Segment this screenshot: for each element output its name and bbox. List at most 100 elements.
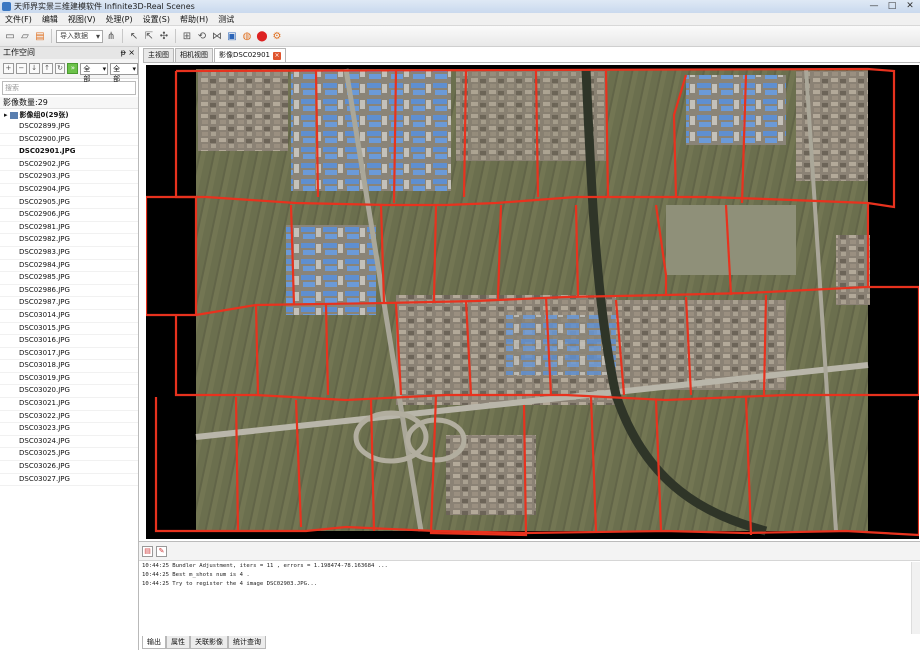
image-list-item[interactable]: DSC02983.JPG bbox=[0, 247, 138, 260]
industrial-block bbox=[686, 75, 786, 145]
image-list-item[interactable]: DSC03027.JPG bbox=[0, 474, 138, 487]
maximize-button[interactable]: □ bbox=[886, 0, 898, 12]
network-icon[interactable]: ⋔ bbox=[104, 29, 118, 43]
cube-icon[interactable]: ▣ bbox=[225, 29, 239, 43]
image-list-item[interactable]: DSC03021.JPG bbox=[0, 398, 138, 411]
menu-process[interactable]: 处理(P) bbox=[101, 14, 138, 25]
orthomosaic-svg bbox=[146, 67, 919, 537]
menu-file[interactable]: 文件(F) bbox=[0, 14, 37, 25]
tab-statistics[interactable]: 统计查询 bbox=[228, 636, 266, 649]
tab-image-view[interactable]: 影像DSC02901 × bbox=[214, 48, 286, 62]
pointer-icon[interactable]: ↖ bbox=[127, 29, 141, 43]
workspace-title: 工作空间 bbox=[3, 48, 35, 57]
panel-close-icon[interactable]: × bbox=[128, 47, 135, 59]
title-bar: 天师界实景三维建模软件 Infinite3D-Real Scenes — □ ✕ bbox=[0, 0, 920, 13]
image-list-item[interactable]: DSC02982.JPG bbox=[0, 234, 138, 247]
image-list-item[interactable]: DSC02987.JPG bbox=[0, 297, 138, 310]
image-list-item[interactable]: DSC02906.JPG bbox=[0, 209, 138, 222]
filter-dropdown[interactable]: 全部 bbox=[80, 62, 109, 83]
log-output: 10:44:25 Bundler Adjustment, iters = 11 … bbox=[142, 562, 910, 634]
stop-icon[interactable]: ⬤ bbox=[255, 29, 269, 43]
menu-view[interactable]: 视图(V) bbox=[63, 14, 101, 25]
image-list-item[interactable]: DSC02900.JPG bbox=[0, 134, 138, 147]
image-group-icon bbox=[9, 111, 18, 119]
output-toolbar: ▤ ✎ bbox=[139, 542, 920, 561]
mesh-icon[interactable]: ⋈ bbox=[210, 29, 224, 43]
transform-icon[interactable]: ⇱ bbox=[142, 29, 156, 43]
minimize-button[interactable]: — bbox=[868, 0, 880, 12]
image-list-item[interactable]: DSC02903.JPG bbox=[0, 171, 138, 184]
image-list-item[interactable]: DSC03025.JPG bbox=[0, 448, 138, 462]
tab-properties[interactable]: 属性 bbox=[166, 636, 190, 649]
save-icon[interactable]: ▤ bbox=[33, 29, 47, 43]
image-list-item[interactable]: DSC03018.JPG bbox=[0, 360, 138, 373]
menu-test[interactable]: 测试 bbox=[213, 14, 239, 25]
image-list-item[interactable]: DSC03014.JPG bbox=[0, 310, 138, 323]
image-list-item[interactable]: DSC02984.JPG bbox=[0, 260, 138, 273]
image-list-item[interactable]: DSC02905.JPG bbox=[0, 197, 138, 210]
grid-icon[interactable]: ⊞ bbox=[180, 29, 194, 43]
tab-main-view[interactable]: 主视图 bbox=[143, 48, 174, 62]
image-list-item[interactable]: DSC02981.JPG bbox=[0, 222, 138, 235]
align-icon[interactable]: ✣ bbox=[157, 29, 171, 43]
log-line: 10:44:25 Bundler Adjustment, iters = 11 … bbox=[142, 563, 388, 569]
open-folder-icon[interactable]: ▱ bbox=[18, 29, 32, 43]
log-line: 10:44:25 Best m_shots num is 4 . bbox=[142, 572, 250, 578]
image-list-item[interactable]: DSC03016.JPG bbox=[0, 335, 138, 348]
image-list-item[interactable]: DSC03019.JPG bbox=[0, 373, 138, 386]
log-line: 10:44:25 Try to register the 4 image DSC… bbox=[142, 581, 318, 587]
menu-edit[interactable]: 编辑 bbox=[37, 14, 63, 25]
mosaic-canvas[interactable] bbox=[146, 65, 919, 539]
image-list-item[interactable]: DSC03023.JPG bbox=[0, 423, 138, 436]
image-list-item[interactable]: DSC03026.JPG bbox=[0, 461, 138, 474]
menu-help[interactable]: 帮助(H) bbox=[175, 14, 213, 25]
run-icon[interactable]: ◍ bbox=[240, 29, 254, 43]
import-data-dropdown[interactable]: 导入数据 bbox=[56, 29, 103, 43]
image-list-item[interactable]: DSC02902.JPG bbox=[0, 159, 138, 172]
tab-close-icon[interactable]: × bbox=[273, 51, 281, 60]
add-images-icon[interactable]: + bbox=[3, 63, 14, 74]
output-tabs: 输出 属性 关联影像 统计查询 bbox=[142, 636, 266, 650]
workspace-panel: 工作空间 ᵽ × + − ↓ ↑ ↻ » 全部 全部 搜索 影像数量:29 ▸ … bbox=[0, 47, 139, 650]
close-button[interactable]: ✕ bbox=[904, 0, 916, 12]
image-list-item[interactable]: DSC02985.JPG bbox=[0, 272, 138, 285]
tab-related-images[interactable]: 关联影像 bbox=[190, 636, 228, 649]
toolbar-divider bbox=[51, 29, 52, 43]
image-viewport[interactable] bbox=[143, 62, 920, 540]
image-list-item[interactable]: DSC02899.JPG bbox=[0, 121, 138, 134]
image-list: DSC02899.JPG DSC02900.JPG DSC02901.JPG DSC0… bbox=[0, 121, 138, 487]
export-icon[interactable]: ↑ bbox=[41, 63, 53, 74]
pin-icon[interactable]: ᵽ bbox=[121, 47, 126, 59]
image-list-item[interactable]: DSC03024.JPG bbox=[0, 436, 138, 449]
image-list-item[interactable]: DSC02986.JPG bbox=[0, 285, 138, 298]
tab-output[interactable]: 输出 bbox=[142, 636, 166, 649]
remove-images-icon[interactable]: − bbox=[15, 63, 27, 74]
copy-log-icon[interactable]: ✎ bbox=[156, 545, 167, 557]
treatment-plant bbox=[666, 205, 796, 275]
new-file-icon[interactable]: ▭ bbox=[3, 29, 17, 43]
log-scrollbar[interactable] bbox=[911, 562, 920, 634]
workspace-header: 工作空间 ᵽ × bbox=[0, 47, 138, 59]
toolbar: ▭ ▱ ▤ 导入数据 ⋔ ↖ ⇱ ✣ ⊞ ⟲ ⋈ ▣ ◍ ⬤ ⚙ bbox=[0, 26, 920, 47]
image-list-item[interactable]: DSC03015.JPG bbox=[0, 323, 138, 336]
clear-log-icon[interactable]: ▤ bbox=[142, 545, 153, 557]
settings-gear-icon[interactable]: ⚙ bbox=[270, 29, 284, 43]
rotate-icon[interactable]: ⟲ bbox=[195, 29, 209, 43]
refresh-icon[interactable]: ↻ bbox=[54, 63, 66, 74]
menu-settings[interactable]: 设置(S) bbox=[138, 14, 175, 25]
image-list-item[interactable]: DSC02901.JPG bbox=[0, 146, 138, 159]
town-block bbox=[836, 235, 870, 305]
image-list-item[interactable]: DSC03017.JPG bbox=[0, 348, 138, 361]
tab-camera-view[interactable]: 相机视图 bbox=[175, 48, 213, 62]
image-list-item[interactable]: DSC03022.JPG bbox=[0, 411, 138, 424]
go-icon[interactable]: » bbox=[67, 63, 79, 74]
expand-icon[interactable]: ▸ bbox=[4, 109, 8, 121]
image-group-label: 影像组0(29张) bbox=[19, 111, 69, 119]
app-logo-icon bbox=[2, 2, 11, 11]
image-list-item[interactable]: DSC03020.JPG bbox=[0, 385, 138, 399]
tab-label: 相机视图 bbox=[180, 51, 208, 59]
image-list-item[interactable]: DSC02904.JPG bbox=[0, 184, 138, 197]
filter-dropdown-2[interactable]: 全部 bbox=[110, 62, 138, 83]
import-icon[interactable]: ↓ bbox=[28, 63, 40, 74]
image-group[interactable]: ▸ 影像组0(29张) bbox=[0, 109, 138, 121]
